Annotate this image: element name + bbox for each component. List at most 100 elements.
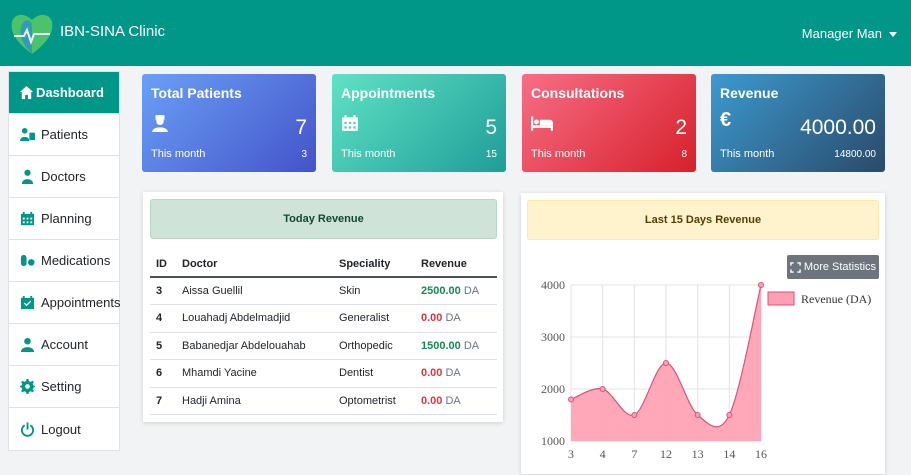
sidebar-item-label: Planning [41, 211, 92, 226]
legend-label: Revenue (DA) [801, 292, 871, 306]
patients-icon [20, 127, 35, 142]
sidebar-item-logout[interactable]: Logout [9, 408, 119, 450]
column-header: ID [150, 251, 176, 278]
sidebar-item-planning[interactable]: Planning [9, 198, 119, 240]
column-header: Doctor [176, 251, 333, 278]
clinic-logo-icon [11, 14, 53, 54]
cell-revenue: 0.00 DA [415, 359, 497, 388]
x-tick-label: 12 [660, 447, 672, 461]
sidebar-item-patients[interactable]: Patients [9, 114, 119, 156]
sidebar-item-label: Logout [41, 421, 81, 437]
y-tick-label: 4000 [541, 278, 565, 292]
column-header: Speciality [333, 251, 415, 278]
revenue-amount: 0.00 [421, 394, 443, 407]
caret-down-icon [889, 31, 897, 37]
card-title: Appointments [341, 85, 436, 101]
doctor-icon [21, 169, 34, 184]
x-tick-label: 3 [568, 447, 574, 461]
bed-icon [531, 116, 553, 131]
sidebar-item-appointments[interactable]: Appointments [9, 282, 121, 324]
card-sub-value: 15 [485, 149, 497, 160]
user-icon [20, 337, 35, 352]
table-row: 5 Babanedjar Abdelouahab Orthopedic 1500.00… [150, 332, 497, 360]
cell-id: 4 [150, 304, 176, 333]
cell-doctor: Aissa Guellil [176, 277, 333, 305]
calendar-check-icon [20, 295, 35, 310]
today-revenue-panel: Today Revenue ID Doctor Speciality Reven… [143, 192, 503, 422]
sidebar-item-medications[interactable]: Medications [9, 240, 119, 282]
card-value: 7 [295, 116, 307, 139]
table-row: 4 Louahadj Abdelmadjid Generalist 0.00 DA [150, 304, 497, 333]
data-point [599, 386, 606, 392]
user-menu-dropdown[interactable]: Manager Man [802, 26, 897, 41]
card-appointments: Appointments 5 This month 15 [332, 74, 506, 172]
revenue-amount: 0.00 [421, 367, 443, 380]
data-point [631, 412, 638, 418]
y-tick-label: 3000 [541, 330, 565, 344]
euro-icon: € [720, 109, 732, 131]
sidebar-item-label: Doctors [41, 169, 86, 184]
cell-id: 5 [150, 332, 176, 360]
sidebar-item-label: Setting [41, 379, 82, 394]
data-point [726, 412, 733, 418]
card-sub-label: This month [531, 148, 586, 160]
card-sub-value: 3 [301, 149, 307, 160]
cell-revenue: 0.00 DA [415, 387, 497, 415]
sidebar-item-dashboard[interactable]: Dashboard [9, 72, 119, 114]
cell-doctor: Hadji Amina [176, 387, 333, 415]
card-title: Consultations [531, 85, 625, 101]
card-value: 5 [485, 116, 497, 139]
calendar-icon [20, 211, 35, 226]
card-total-patients: Total Patients 7 This month 3 [142, 74, 316, 172]
card-revenue: Revenue € 4000.00 This month 14800.00 [711, 74, 885, 172]
today-revenue-table: ID Doctor Speciality Revenue 3 Aissa Guel… [150, 251, 497, 415]
sidebar-item-label: Account [41, 337, 88, 352]
currency-unit: DA [445, 394, 461, 407]
last-15-days-panel: Last 15 Days Revenue More Statistics 100… [521, 193, 885, 474]
card-title: Revenue [720, 85, 779, 101]
home-icon [19, 85, 34, 100]
card-value: 2 [675, 116, 687, 139]
user-name: Manager Man [801, 26, 882, 41]
cell-revenue: 1500.00 DA [415, 332, 497, 360]
sidebar-item-label: Appointments [41, 295, 121, 310]
calendar-icon [342, 115, 358, 131]
pills-icon [20, 254, 35, 267]
y-tick-label: 2000 [541, 382, 565, 396]
cell-doctor: Mhamdi Yacine [176, 359, 333, 388]
x-tick-label: 13 [692, 447, 704, 461]
cell-speciality: Skin [333, 277, 415, 305]
revenue-area-chart: 1000 2000 3000 4000 3 4 7 12 13 14 16 Revenue (DA) [541, 278, 871, 461]
card-value: 4000.00 [800, 116, 876, 139]
sidebar-item-label: Medications [41, 253, 111, 268]
cell-id: 7 [150, 387, 176, 415]
sidebar-item-doctors[interactable]: Doctors [9, 156, 119, 198]
column-header: Revenue [415, 251, 497, 278]
card-consultations: Consultations 2 This month 8 [522, 74, 696, 172]
sidebar: Dashboard Patients Doctors Planning Medi… [8, 71, 121, 451]
x-tick-label: 4 [600, 447, 606, 461]
card-sub-value: 8 [681, 149, 687, 160]
legend-swatch [767, 291, 795, 306]
card-title: Total Patients [151, 85, 242, 101]
cell-revenue: 2500.00 DA [415, 277, 497, 305]
top-navbar: IBN-SINA Clinic Manager Man [0, 0, 911, 66]
data-point [663, 360, 669, 366]
table-row: 3 Aissa Guellil Skin 2500.00 DA [150, 277, 497, 305]
power-icon [20, 421, 35, 437]
sidebar-item-label: Patients [41, 127, 88, 142]
cell-speciality: Orthopedic [333, 332, 415, 360]
cell-speciality: Generalist [333, 304, 415, 333]
sidebar-item-setting[interactable]: Setting [9, 366, 119, 408]
card-sub-label: This month [341, 148, 396, 160]
cell-doctor: Louahadj Abdelmadjid [176, 304, 333, 333]
data-point [568, 396, 574, 403]
cell-revenue: 0.00 DA [415, 304, 497, 333]
gear-icon [20, 379, 35, 394]
sidebar-item-account[interactable]: Account [9, 324, 119, 366]
currency-unit: DA [463, 339, 480, 352]
cell-id: 3 [150, 277, 176, 305]
table-row: 6 Mhamdi Yacine Dentist 0.00 DA [150, 359, 497, 388]
currency-unit: DA [445, 367, 461, 380]
brand-name[interactable]: IBN-SINA Clinic [60, 23, 165, 40]
